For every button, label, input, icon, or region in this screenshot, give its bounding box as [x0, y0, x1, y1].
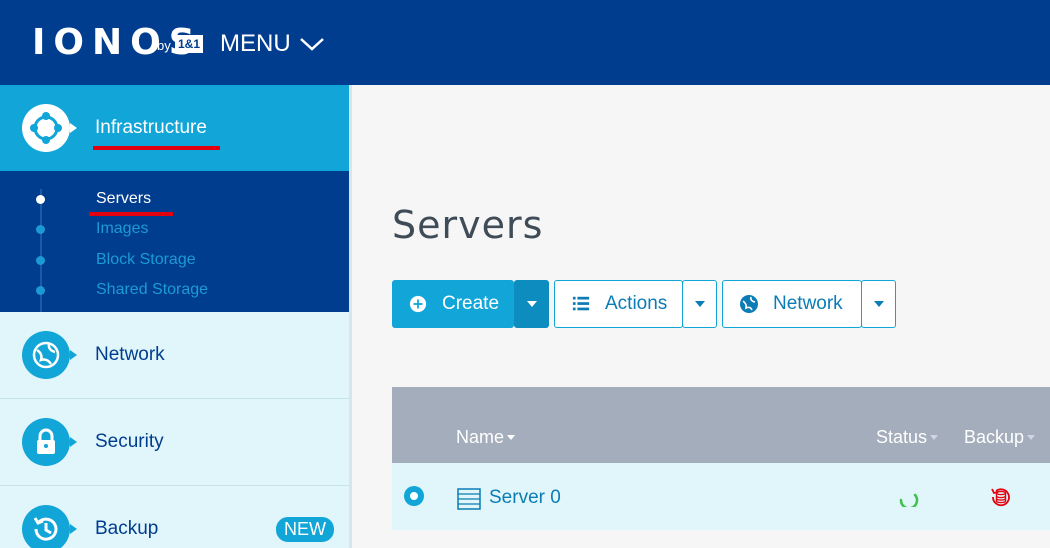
sort-caret-icon	[930, 435, 939, 440]
table-row[interactable]: Server 0	[392, 463, 1050, 530]
actions-label: Actions	[605, 293, 668, 314]
loading-spinner-icon	[899, 493, 919, 507]
column-header-label: Name	[456, 427, 505, 447]
lock-icon	[22, 418, 77, 466]
subnav-item-label: Images	[96, 220, 149, 237]
create-button[interactable]: Create	[392, 280, 514, 328]
sidebar-item-backup[interactable]: Backup NEW	[0, 486, 349, 548]
sidebar-item-infrastructure[interactable]: Infrastructure	[0, 85, 349, 171]
subnav-bullet	[36, 194, 45, 204]
subnav-item-images[interactable]: Images	[0, 214, 352, 244]
caret-down-icon	[694, 301, 705, 307]
new-badge: NEW	[276, 516, 334, 542]
column-header-label: Status	[876, 427, 928, 447]
sidebar-item-label: Infrastructure	[95, 117, 207, 138]
subnav-item-label: Shared Storage	[96, 281, 209, 298]
server-icon	[457, 488, 481, 510]
infrastructure-icon	[22, 104, 77, 152]
menu-label: MENU	[220, 30, 291, 57]
main-content: Servers Create Actions Network Name Stat…	[352, 85, 1050, 548]
subnav-item-block-storage[interactable]: Block Storage	[0, 245, 352, 275]
subnav-bullet	[36, 285, 45, 295]
menu-button[interactable]: MENU	[220, 30, 325, 58]
sort-caret-icon	[507, 435, 516, 440]
subnav-item-label: Servers	[96, 190, 152, 207]
sidebar-item-label: Security	[95, 431, 164, 452]
backup-disabled-icon	[991, 488, 1010, 507]
subnav-item-shared-storage[interactable]: Shared Storage	[0, 275, 352, 305]
network-button[interactable]: Network	[722, 280, 862, 328]
logo-by-text: by	[157, 38, 171, 53]
sort-caret-icon	[1027, 435, 1036, 440]
server-name-link[interactable]: Server 0	[489, 487, 561, 509]
list-icon	[571, 294, 591, 314]
sidebar: Infrastructure Servers Images Block Stor…	[0, 85, 352, 548]
column-header-label: Backup	[964, 427, 1025, 447]
actions-button[interactable]: Actions	[554, 280, 683, 328]
caret-down-icon	[526, 301, 537, 307]
top-bar: IONOS by 1&1 MENU	[0, 0, 1050, 85]
servers-table-header: Name Status Backup	[392, 387, 1050, 463]
network-dropdown-button[interactable]	[861, 280, 896, 328]
column-header-name[interactable]: Name	[456, 427, 516, 448]
column-header-backup[interactable]: Backup	[964, 427, 1036, 448]
column-header-status[interactable]: Status	[876, 427, 939, 448]
history-icon	[22, 505, 77, 548]
subnav-bullet	[36, 255, 45, 265]
sidebar-item-label: Backup	[95, 518, 159, 539]
create-dropdown-button[interactable]	[514, 280, 549, 328]
subnav-bullet	[36, 224, 45, 234]
globe-icon	[22, 331, 77, 379]
logo-brand-badge: 1&1	[175, 35, 204, 53]
chevron-down-icon	[299, 38, 324, 51]
highlight-underline	[93, 146, 220, 150]
plus-circle-icon	[408, 294, 428, 314]
sidebar-item-security[interactable]: Security	[0, 399, 349, 485]
create-label: Create	[442, 293, 500, 314]
subnav-item-servers[interactable]: Servers	[0, 184, 352, 214]
caret-down-icon	[873, 301, 884, 307]
infrastructure-subnav: Servers Images Block Storage Shared Stor…	[0, 171, 349, 312]
sidebar-item-label: Network	[95, 344, 165, 365]
actions-dropdown-button[interactable]	[682, 280, 717, 328]
page-title: Servers	[392, 203, 544, 247]
network-label: Network	[773, 293, 843, 314]
row-select-radio[interactable]	[404, 486, 424, 506]
sidebar-item-network[interactable]: Network	[0, 312, 349, 398]
globe-icon	[739, 294, 759, 314]
subnav-item-label: Block Storage	[96, 251, 196, 268]
